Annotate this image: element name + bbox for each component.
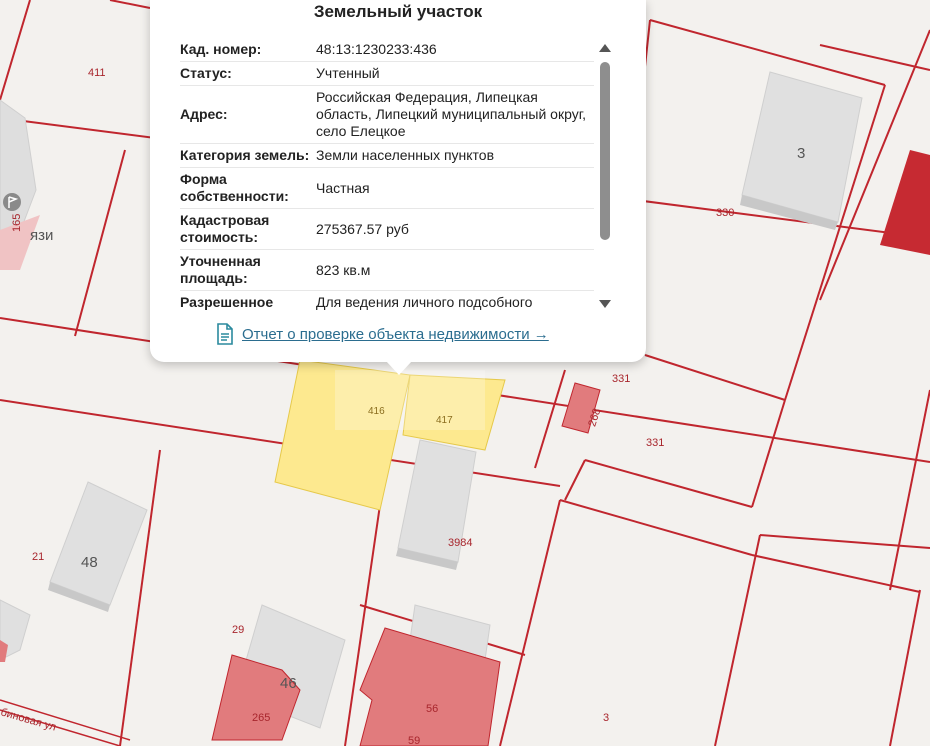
info-row-status: Статус: Учтенный [180, 62, 594, 86]
watermark [335, 370, 485, 430]
info-row-land-category: Категория земель: Земли населенных пункт… [180, 144, 594, 168]
info-value: Земли населенных пунктов [316, 147, 495, 163]
popup-title: Земельный участок [313, 2, 483, 21]
parcel-label-165: 165 [11, 214, 23, 232]
info-key: Статус: [180, 65, 232, 81]
info-key: Уточненная площадь: [180, 253, 261, 286]
info-table[interactable]: Кад. номер: 48:13:1230233:436 Статус: Уч… [180, 38, 594, 314]
building-label-3: 3 [797, 145, 805, 162]
fragment-label: язи [30, 227, 53, 244]
info-key: Разрешенное [180, 294, 274, 310]
arrow-down-icon[interactable] [599, 300, 611, 308]
scrollbar[interactable] [598, 44, 612, 314]
building-label-56: 56 [426, 703, 438, 715]
report-link[interactable]: Отчет о проверке объекта недвижимости → [242, 326, 549, 343]
parcel-label-411: 411 [88, 67, 106, 79]
info-value: Учтенный [316, 65, 380, 81]
parcel-label-417: 417 [436, 415, 453, 426]
arrow-up-icon[interactable] [599, 44, 611, 52]
info-row-ownership: Форма собственности: Частная [180, 168, 594, 209]
info-value: 48:13:1230233:436 [316, 41, 437, 57]
parcel-label-331a: 331 [612, 373, 630, 385]
info-row-permitted-use: Разрешенное Для ведения личного подсобно… [180, 291, 594, 314]
map-poi[interactable] [3, 193, 21, 211]
info-row-cadastral-value: Кадастровая стоимость: 275367.57 руб [180, 209, 594, 250]
info-row-cadastral-number: Кад. номер: 48:13:1230233:436 [180, 38, 594, 62]
info-key: Адрес: [180, 106, 228, 122]
parcel-label-21: 21 [32, 551, 44, 563]
parcel-label-330: 330 [716, 207, 734, 219]
document-icon[interactable] [216, 323, 234, 345]
parcel-label-331b: 331 [646, 437, 664, 449]
building-label-59: 59 [408, 735, 420, 746]
parcel-label-3984: 3984 [448, 537, 472, 549]
flag-icon[interactable] [3, 193, 21, 211]
info-key: Кадастровая стоимость: [180, 212, 270, 245]
info-key: Кад. номер: [180, 41, 262, 57]
info-row-area: Уточненная площадь: 823 кв.м [180, 250, 594, 291]
scrollbar-thumb[interactable] [600, 62, 610, 240]
parcel-info-popup: Земельный участок Кад. номер: 48:13:1230… [150, 0, 646, 375]
parcel-label-3: 3 [603, 712, 609, 724]
info-value: 275367.57 руб [316, 220, 409, 237]
info-row-address: Адрес: Российская Федерация, Липецкая об… [180, 86, 594, 144]
info-value: Частная [316, 179, 370, 196]
building-label-265: 265 [252, 712, 270, 724]
info-value: Российская Федерация, Липецкая область, … [316, 89, 586, 139]
info-value: Для ведения личного подсобного [316, 294, 533, 310]
building-label-46: 46 [280, 675, 297, 692]
info-key: Категория земель: [180, 147, 310, 163]
report-link-row[interactable]: Отчет о проверке объекта недвижимости → [216, 323, 549, 345]
info-key: Форма собственности: [180, 171, 289, 204]
parcel-label-416: 416 [368, 406, 385, 417]
building-label-48: 48 [81, 554, 98, 571]
parcel-label-29: 29 [232, 624, 244, 636]
info-value: 823 кв.м [316, 261, 371, 278]
